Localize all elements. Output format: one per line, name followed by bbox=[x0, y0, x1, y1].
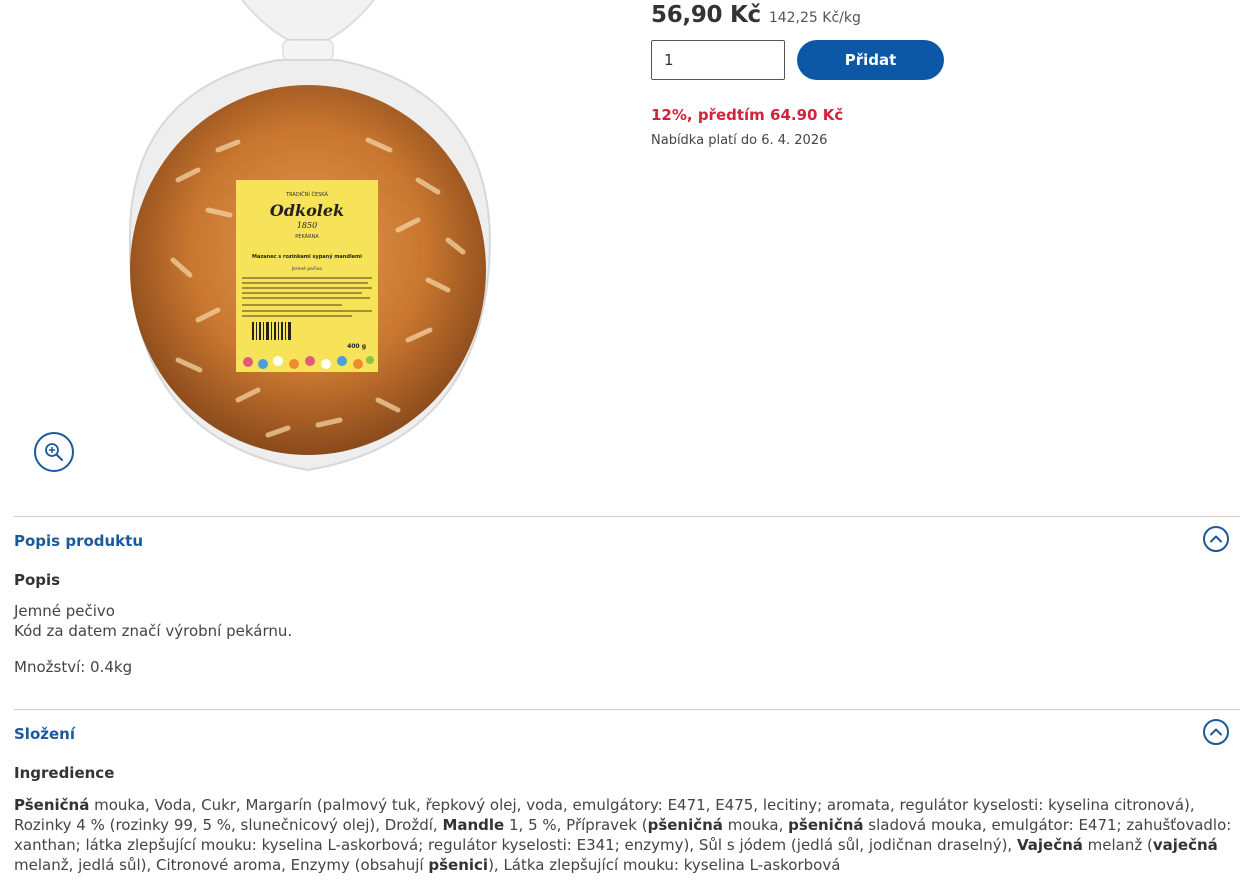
offer-validity: Nabídka platí do 6. 4. 2026 bbox=[651, 133, 828, 148]
ingredient-bold: vaječná bbox=[1152, 836, 1218, 854]
chevron-up-icon bbox=[1210, 728, 1222, 736]
quantity-input[interactable] bbox=[651, 40, 785, 80]
ingredient-text: melanž ( bbox=[1082, 836, 1153, 854]
description-line-1: Jemné pečivo bbox=[14, 602, 115, 620]
description-section-title[interactable]: Popis produktu bbox=[14, 532, 143, 550]
product-image: TRADIČNÍ ČESKÁ Odkolek 1850 PEKÁRNA Maza… bbox=[128, 0, 492, 472]
product-image-area: TRADIČNÍ ČESKÁ Odkolek 1850 PEKÁRNA Maza… bbox=[0, 0, 620, 500]
section-divider bbox=[14, 516, 1240, 517]
label-weight: 400 g bbox=[347, 343, 366, 350]
composition-section-title[interactable]: Složení bbox=[14, 725, 75, 743]
ingredient-bold: Mandle bbox=[442, 816, 505, 834]
label-tagline: TRADIČNÍ ČESKÁ bbox=[285, 191, 328, 198]
price: 56,90 Kč bbox=[651, 2, 761, 28]
chevron-up-icon bbox=[1210, 535, 1222, 543]
composition-subtitle: Ingredience bbox=[14, 764, 115, 782]
description-toggle[interactable] bbox=[1203, 526, 1229, 552]
label-year: 1850 bbox=[297, 221, 317, 230]
ingredients-text: Pšeničná mouka, Voda, Cukr, Margarín (pa… bbox=[14, 795, 1240, 875]
description-line-2: Kód za datem značí výrobní pekárnu. bbox=[14, 622, 293, 640]
add-to-cart-button[interactable]: Přidat bbox=[797, 40, 944, 80]
ingredient-bold: Vaječná bbox=[1016, 836, 1083, 854]
ingredient-text: melanž, jedlá sůl), Citronové aroma, Enz… bbox=[14, 856, 429, 874]
label-product-name: Mazanec s rozinkami sypaný mandlemi bbox=[252, 253, 362, 260]
price-row: 56,90 Kč 142,25 Kč/kg bbox=[651, 2, 861, 28]
quantity-info: Množství: 0.4kg bbox=[14, 658, 133, 676]
discount-text: 12%, předtím 64.90 Kč bbox=[651, 106, 844, 124]
ingredient-text: mouka, bbox=[722, 816, 789, 834]
description-subtitle: Popis bbox=[14, 571, 61, 589]
ingredient-bold: Pšeničná bbox=[14, 796, 90, 814]
ingredient-bold: pšenici bbox=[428, 856, 489, 874]
ingredient-bold: pšeničná bbox=[647, 816, 723, 834]
unit-price: 142,25 Kč/kg bbox=[768, 10, 861, 26]
composition-toggle[interactable] bbox=[1203, 719, 1229, 745]
zoom-in-icon bbox=[45, 443, 63, 461]
ingredient-bold: pšeničná bbox=[788, 816, 864, 834]
ingredient-text: ), Látka zlepšující mouku: kyselina L-as… bbox=[488, 856, 841, 874]
label-type: Jemné pečivo bbox=[291, 265, 323, 272]
label-bakery: PEKÁRNA bbox=[295, 233, 319, 240]
section-divider bbox=[14, 709, 1240, 710]
zoom-button[interactable] bbox=[34, 432, 74, 472]
ingredient-text: 1, 5 %, Přípravek ( bbox=[504, 816, 648, 834]
label-brand: Odkolek bbox=[270, 201, 344, 220]
